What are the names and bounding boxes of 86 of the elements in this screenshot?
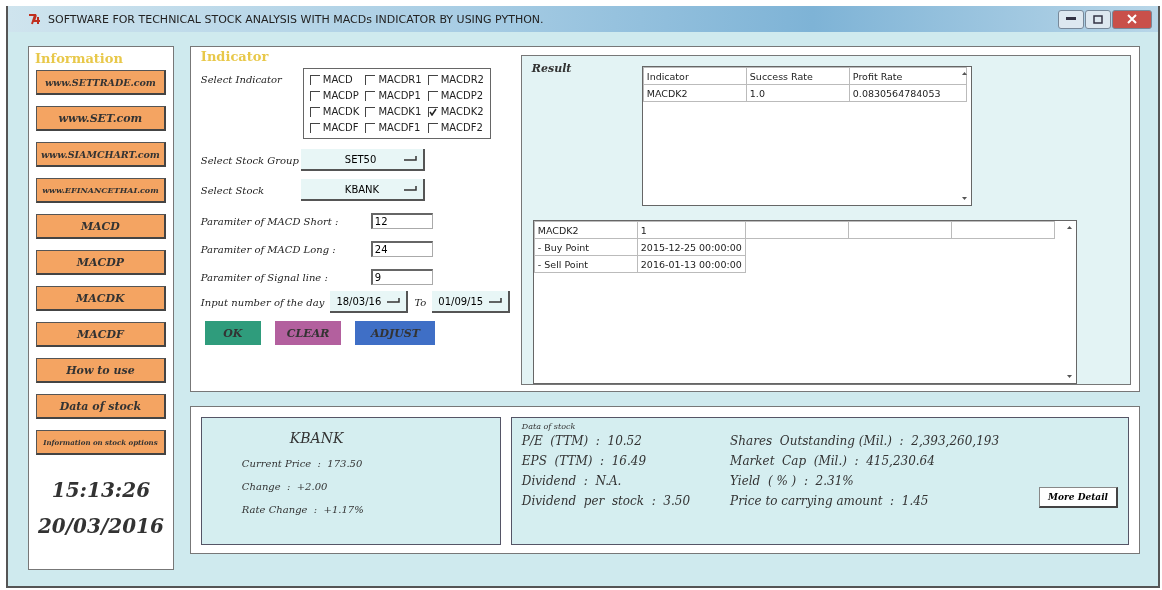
- field-label: Input number of the day: [200, 296, 325, 308]
- app-icon: [28, 13, 42, 25]
- card-heading: Data of stock: [521, 422, 577, 431]
- input-field[interactable]: 24: [370, 241, 433, 257]
- check-icon: [429, 108, 438, 116]
- field-label: Paramiter of Signal line :: [200, 271, 329, 283]
- nav-button[interactable]: How to use: [35, 358, 166, 383]
- dropdown-icon: [402, 156, 417, 162]
- action-button[interactable]: OK: [204, 321, 261, 345]
- window-title: SOFTWARE FOR TECHNICAL STOCK ANALYSIS WITH MACDs INDICATOR BY USING PYTHON.: [48, 12, 545, 26]
- column-header: Success Rate: [746, 67, 850, 85]
- table-cell: 2015-12-25 00:00:00: [637, 238, 746, 256]
- field-label: Paramiter of MACD Short :: [200, 215, 340, 227]
- date-dropdown[interactable]: 18/03/16: [330, 291, 409, 313]
- stock-stat: Market Cap (Mil.) : 415,230.64: [730, 454, 936, 468]
- maximize-icon: [1093, 14, 1103, 24]
- table-cell: MACDK2: [643, 84, 747, 102]
- indicator-checkbox[interactable]: MACDF2: [427, 122, 484, 133]
- minimize-button[interactable]: [1058, 9, 1084, 29]
- field-label: To: [414, 296, 427, 308]
- dropdown-icon: [488, 298, 503, 304]
- table-cell: MACDK2: [534, 221, 638, 239]
- input-field[interactable]: 12: [370, 213, 433, 229]
- field-label: Paramiter of MACD Long :: [200, 243, 337, 255]
- indicator-checkbox[interactable]: MACDK: [309, 106, 360, 117]
- nav-button[interactable]: www.SIAMCHART.com: [35, 142, 166, 167]
- column-header: Profit Rate: [849, 67, 967, 85]
- indicator-checkbox[interactable]: MACDF: [309, 122, 360, 133]
- stock-stat: Yield ( % ) : 2.31%: [730, 474, 855, 488]
- panel-heading: Result: [531, 62, 573, 77]
- indicator-checkbox[interactable]: MACDR1: [365, 74, 422, 85]
- date-dropdown[interactable]: 01/09/15: [432, 291, 511, 313]
- indicator-checkbox[interactable]: MACDF1: [365, 122, 422, 133]
- stock-stat: Change : +2.00: [241, 481, 329, 492]
- stock-stat: P/E (TTM) : 10.52: [521, 434, 643, 448]
- stock-stat: EPS (TTM) : 16.49: [521, 454, 648, 468]
- close-icon: [1127, 14, 1137, 24]
- scroll-up-icon[interactable]: [959, 69, 969, 78]
- scroll-up-icon[interactable]: [1064, 223, 1074, 232]
- nav-button[interactable]: www.EFINANCETHAI.com: [35, 178, 166, 203]
- indicator-checkbox[interactable]: MACDP2: [427, 90, 484, 101]
- nav-button[interactable]: MACDF: [35, 322, 166, 347]
- field-label: Select Stock Group: [200, 154, 300, 166]
- indicator-checkbox[interactable]: MACDK2: [427, 106, 484, 117]
- field-label: Select Indicator: [200, 73, 283, 85]
- dropdown-icon: [402, 186, 417, 192]
- stock-stat: Shares Outstanding (Mil.) : 2,393,260,193: [730, 434, 1000, 448]
- indicator-checkbox[interactable]: MACDK1: [365, 106, 422, 117]
- nav-button[interactable]: Data of stock: [35, 394, 166, 419]
- table-cell: 2016-01-13 00:00:00: [637, 255, 746, 273]
- nav-button[interactable]: www.SET.com: [35, 106, 166, 131]
- scroll-down-icon[interactable]: [1064, 372, 1074, 381]
- nav-button[interactable]: MACDK: [35, 286, 166, 311]
- scroll-down-icon[interactable]: [959, 194, 969, 203]
- table-cell: - Sell Point: [534, 255, 638, 273]
- nav-button[interactable]: MACDP: [35, 250, 166, 275]
- more-detail-button[interactable]: More Detail: [1039, 487, 1118, 508]
- table-cell: - Buy Point: [534, 238, 638, 256]
- clock-date: 20/03/2016: [37, 514, 164, 538]
- nav-button[interactable]: www.SETTRADE.com: [35, 70, 166, 95]
- indicator-checkbox[interactable]: MACDP1: [365, 90, 422, 101]
- table-cell: 1.0: [746, 84, 850, 102]
- stock-stat: Dividend : N.A.: [521, 474, 623, 488]
- table-cell: 0.0830564784053: [849, 84, 967, 102]
- close-button[interactable]: [1112, 9, 1152, 29]
- table-cell: 1: [637, 221, 746, 239]
- clock-time: 15:13:26: [51, 478, 151, 502]
- stock-stat: Price to carrying amount : 1.45: [730, 494, 930, 508]
- indicator-checkbox[interactable]: MACD: [309, 74, 360, 85]
- minimize-icon: [1066, 17, 1076, 21]
- dropdown[interactable]: KBANK: [300, 179, 425, 201]
- panel-heading: Indicator: [200, 49, 270, 64]
- stock-name: KBANK: [289, 430, 345, 446]
- column-header: Indicator: [643, 67, 747, 85]
- field-label: Select Stock: [200, 184, 266, 196]
- dropdown-icon: [386, 298, 401, 304]
- stock-stat: Rate Change : +1.17%: [241, 504, 365, 515]
- indicator-checkbox[interactable]: MACDP: [309, 90, 360, 101]
- maximize-button[interactable]: [1085, 9, 1111, 29]
- input-field[interactable]: 9: [370, 269, 433, 285]
- nav-button[interactable]: MACD: [35, 214, 166, 239]
- dropdown[interactable]: SET50: [300, 149, 425, 171]
- indicator-checkbox[interactable]: MACDR2: [427, 74, 484, 85]
- stock-stat: Dividend per stock : 3.50: [521, 494, 691, 508]
- panel-heading: Information: [35, 51, 123, 66]
- stock-stat: Current Price : 173.50: [241, 458, 364, 469]
